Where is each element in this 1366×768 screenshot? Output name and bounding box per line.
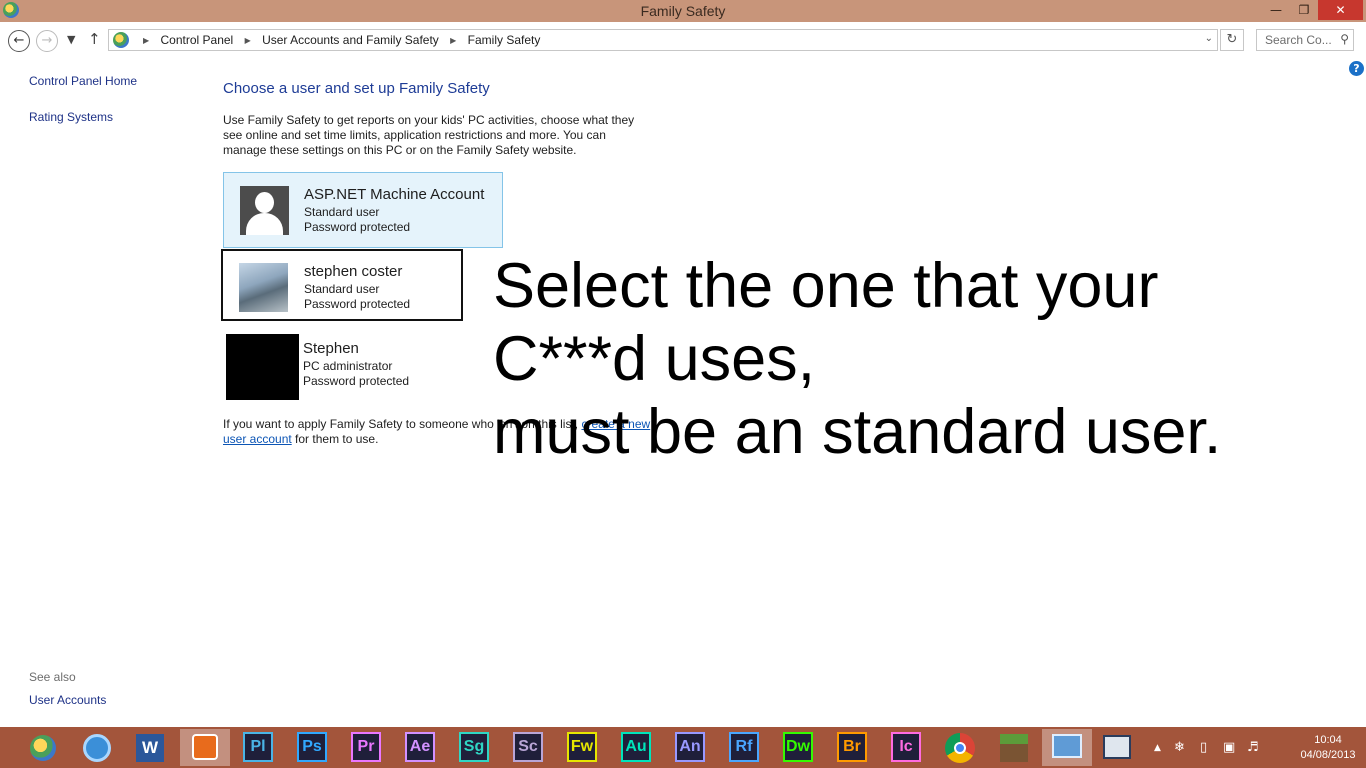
adobe-app-icon-ae[interactable]: Ae [405,732,435,762]
navigation-bar: ← → ▼ ↑ ▶ Control Panel ▶ User Accounts … [0,22,1366,58]
adobe-app-icon-sc[interactable]: Sc [513,732,543,762]
breadcrumb-separator-icon[interactable]: ▶ [245,36,251,45]
show-hidden-icons-chevron-icon[interactable]: ▲ [1154,743,1161,753]
breadcrumb: ▶ Control Panel ▶ User Accounts and Fami… [135,33,540,47]
adobe-app-icon-br[interactable]: Br [837,732,867,762]
clock-date: 04/08/2013 [1300,749,1356,761]
breadcrumb-user-accounts-family-safety[interactable]: User Accounts and Family Safety [262,33,439,47]
breadcrumb-separator-icon[interactable]: ▶ [450,36,456,45]
see-also-link-user-accounts[interactable]: User Accounts [29,693,106,707]
control-panel-taskbar-icon[interactable] [26,731,60,765]
adobe-app-icon-ps[interactable]: Ps [297,732,327,762]
clock-time: 10:04 [1314,734,1342,746]
volume-tray-icon[interactable]: ♬ [1247,740,1259,755]
redacted-avatar [226,334,299,400]
default-user-avatar-icon [240,186,289,235]
address-bar[interactable]: ▶ Control Panel ▶ User Accounts and Fami… [108,29,1218,51]
search-placeholder: Search Co... [1265,33,1332,47]
user-tile-aspnet[interactable]: ASP.NET Machine Account Standard user Pa… [223,172,503,248]
user-tile-stephen-coster[interactable]: stephen coster Standard user Password pr… [221,249,463,321]
adobe-app-icon-pr[interactable]: Pr [351,732,381,762]
chrome-icon[interactable] [943,731,977,765]
adobe-app-icon-au[interactable]: Au [621,732,651,762]
refresh-icon[interactable]: ↻ [1220,29,1244,51]
footnote-text-end: for them to use. [291,432,379,446]
address-dropdown-chevron-icon[interactable]: ⌄ [1205,33,1213,44]
recent-locations-chevron-icon[interactable]: ▼ [67,33,75,46]
back-arrow-icon[interactable]: ← [8,30,30,52]
control-panel-icon [113,32,129,48]
minimize-button[interactable]: — [1262,0,1290,20]
network-tray-icon[interactable]: ▣ [1223,740,1235,755]
user-name: stephen coster [304,263,403,280]
user-password-status: Password protected [304,220,411,234]
title-bar: Family Safety — ❐ ✕ [0,0,1366,22]
user-password-status: Password protected [304,297,411,311]
adobe-app-icon-fw[interactable]: Fw [567,732,597,762]
adobe-app-icon-sg[interactable]: Sg [459,732,489,762]
restore-button[interactable]: ❐ [1290,0,1318,20]
adobe-app-icon-dw[interactable]: Dw [783,732,813,762]
help-icon[interactable]: ? [1349,61,1364,76]
page-description: Use Family Safety to get reports on your… [223,113,635,157]
user-tile-stephen[interactable]: Stephen PC administrator Password protec… [223,332,503,408]
user-name: Stephen [303,340,359,357]
taskbar: W Pl Ps Pr Ae Sg Sc Fw Au An Rf Dw Br Ic [0,727,1366,768]
user-role: Standard user [304,205,380,219]
page-title: Choose a user and set up Family Safety [223,80,490,97]
power-tray-icon[interactable]: ▯ [1200,740,1207,755]
user-name: ASP.NET Machine Account [304,186,485,203]
breadcrumb-separator-icon[interactable]: ▶ [143,36,149,45]
forward-arrow-icon[interactable]: → [36,30,58,52]
adobe-app-icon-an[interactable]: An [675,732,705,762]
user-password-status: Password protected [303,374,410,388]
taskbar-clock[interactable]: 10:04 04/08/2013 [1297,733,1359,763]
internet-explorer-icon[interactable] [80,731,114,765]
search-input[interactable]: Search Co... ⚲ [1256,29,1354,51]
active-control-panel-window-icon[interactable] [1042,729,1092,766]
close-button[interactable]: ✕ [1318,0,1363,20]
adobe-app-icon-ic[interactable]: Ic [891,732,921,762]
car-photo-avatar [239,263,288,312]
see-also-label: See also [29,670,76,684]
breadcrumb-family-safety[interactable]: Family Safety [468,33,541,47]
snowflake-tray-icon[interactable]: ❄ [1174,740,1185,755]
remote-desktop-icon[interactable] [1100,731,1134,765]
sidebar-link-rating-systems[interactable]: Rating Systems [29,110,113,124]
window-title: Family Safety [640,3,726,19]
annotation-overlay-text: Select the one that your C***d uses, mus… [493,251,1222,467]
user-role: PC administrator [303,359,393,373]
breadcrumb-control-panel[interactable]: Control Panel [161,33,234,47]
adobe-app-icon-rf[interactable]: Rf [729,732,759,762]
media-player-icon[interactable] [180,729,230,766]
word-icon[interactable]: W [133,731,167,765]
search-icon[interactable]: ⚲ [1340,32,1349,46]
adobe-app-icon-pl[interactable]: Pl [243,732,273,762]
up-arrow-icon[interactable]: ↑ [88,30,101,48]
user-role: Standard user [304,282,380,296]
sidebar-link-control-panel-home[interactable]: Control Panel Home [29,74,137,88]
minecraft-icon[interactable] [997,731,1031,765]
